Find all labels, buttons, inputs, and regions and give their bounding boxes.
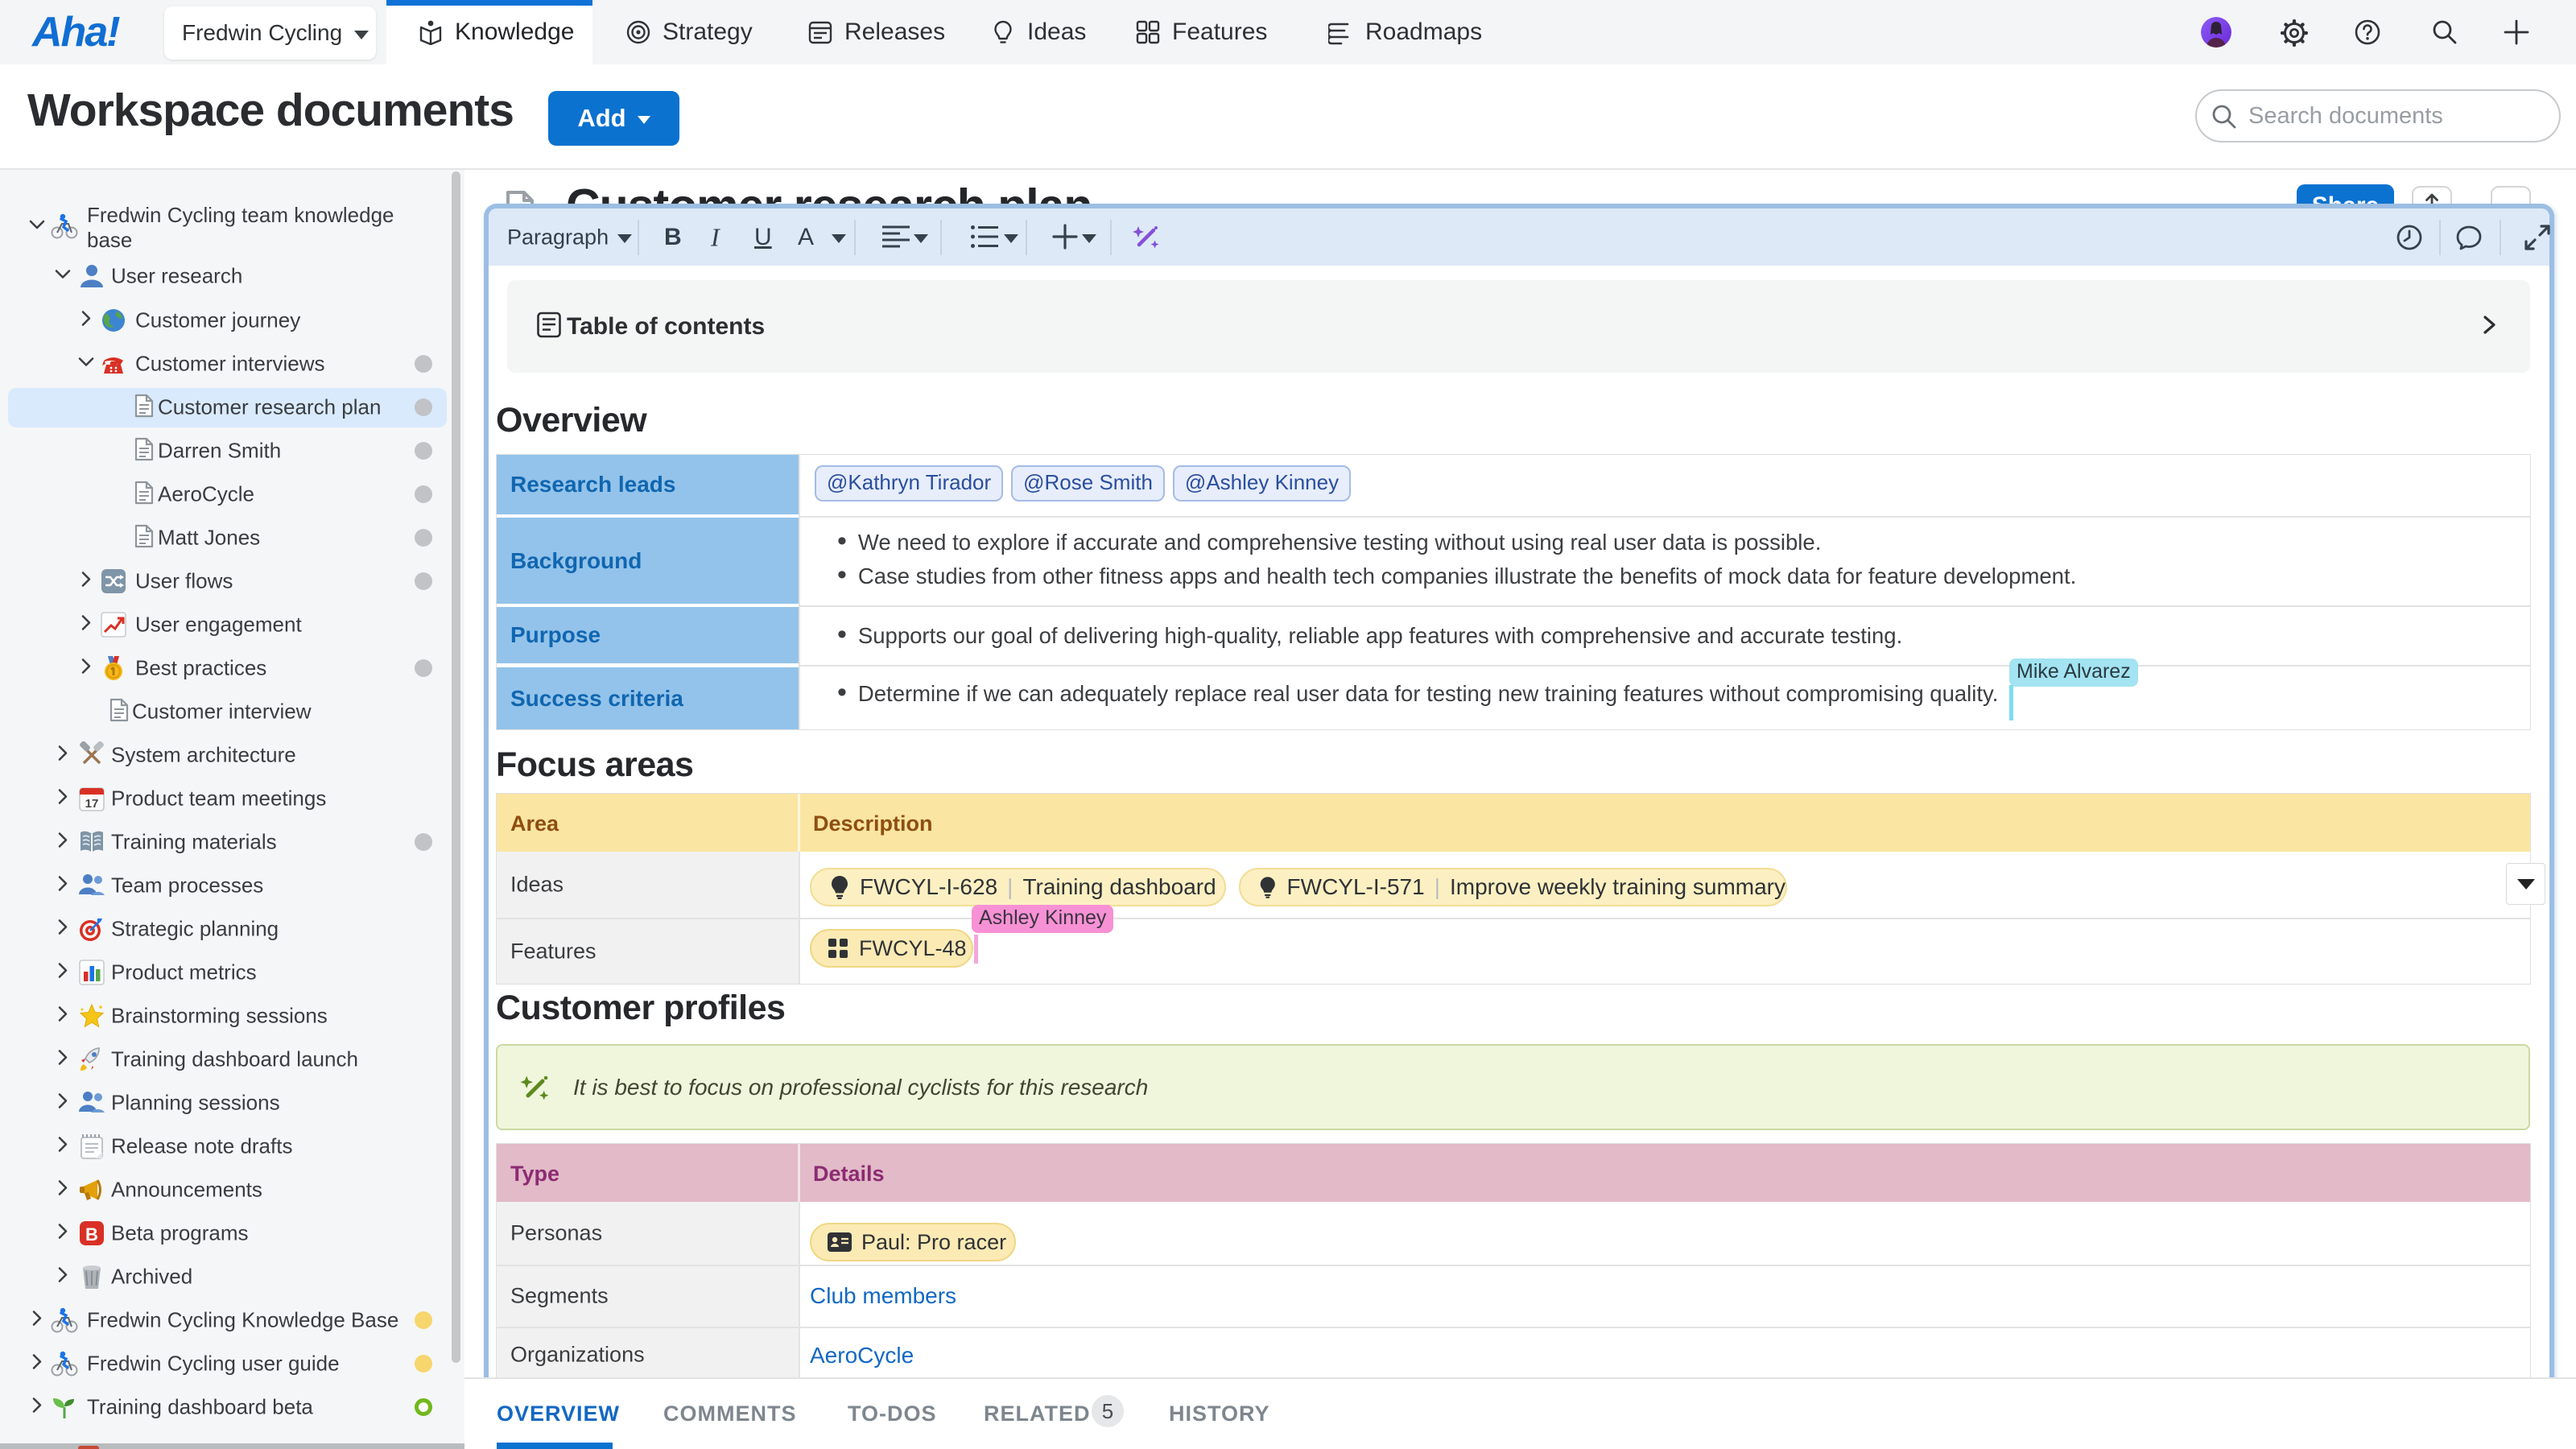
svg-text:B: B	[85, 1224, 98, 1245]
svg-text:17: 17	[85, 797, 99, 811]
